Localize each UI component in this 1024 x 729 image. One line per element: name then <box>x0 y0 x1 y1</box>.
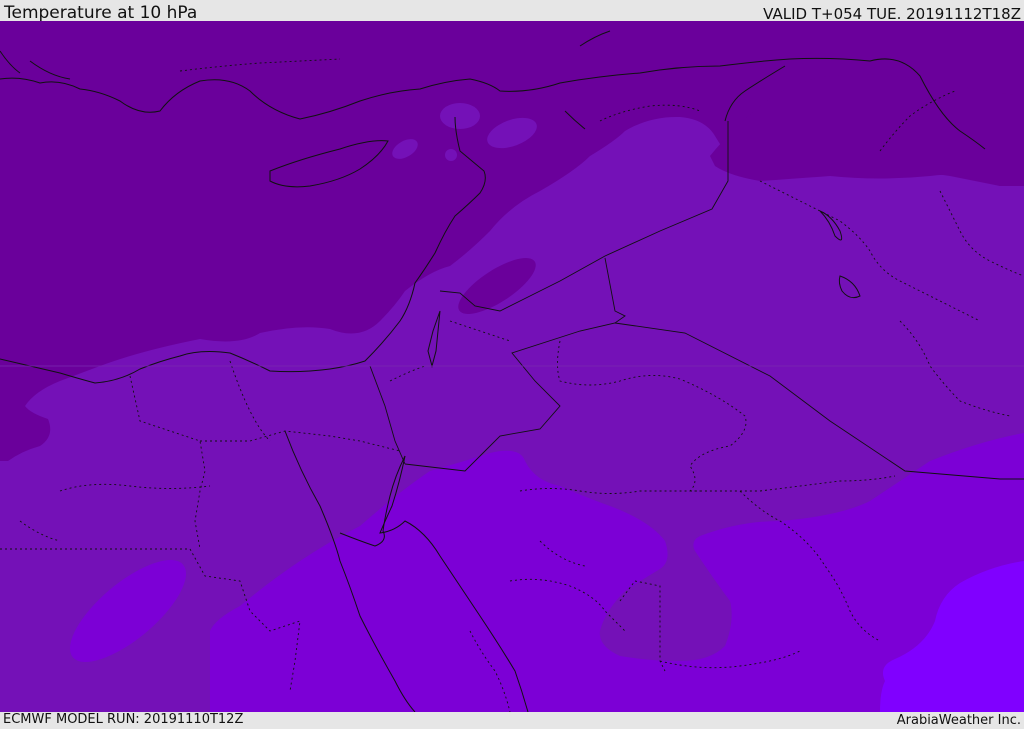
map-title: Temperature at 10 hPa <box>4 3 198 23</box>
shade-patch-4 <box>445 149 457 161</box>
map-footer: ECMWF MODEL RUN: 20191110T12Z ArabiaWeat… <box>0 712 1024 729</box>
model-run-label: ECMWF MODEL RUN: 20191110T12Z <box>3 712 244 727</box>
map-header: Temperature at 10 hPa VALID T+054 TUE. 2… <box>0 0 1024 23</box>
credit-label: ArabiaWeather Inc. <box>896 713 1021 728</box>
shade-patch-2 <box>440 103 480 129</box>
temperature-map <box>0 21 1024 712</box>
weather-map-page: Temperature at 10 hPa VALID T+054 TUE. 2… <box>0 0 1024 729</box>
map-canvas <box>0 21 1024 712</box>
